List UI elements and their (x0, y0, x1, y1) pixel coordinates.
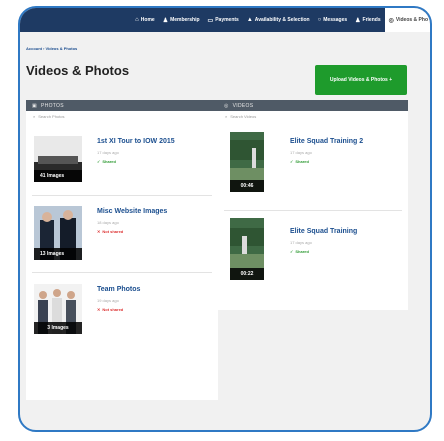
nav-videos-photos-label: Videos & Pho (395, 17, 428, 23)
breadcrumb[interactable]: Account › Videos & Photos (26, 46, 77, 51)
share-status-label: Shared (102, 159, 116, 164)
video-duration: 00:46 (230, 180, 264, 192)
videos-panel: ◎ VIDEOS ⌕ Search Videos 00:46 Elite Squ… (218, 100, 408, 310)
divider (32, 195, 212, 196)
video-date: 17 days ago (290, 240, 312, 245)
home-icon: ⌂ (135, 17, 139, 23)
search-icon: ⌕ (33, 113, 36, 119)
video-date: 17 days ago (290, 150, 312, 155)
friends-icon: ♟ (355, 17, 361, 24)
album-date: 19 days ago (97, 298, 119, 303)
share-status: ✓ Shared (97, 159, 116, 164)
nav-membership-label: Membership (170, 17, 200, 23)
card-icon: ▭ (207, 17, 214, 24)
nav-payments-label: Payments (215, 17, 239, 23)
nav-availability[interactable]: ▲ Availability & Selection (243, 8, 314, 32)
nav-friends[interactable]: ♟ Friends (351, 8, 384, 32)
album-title[interactable]: Misc Website Images (97, 208, 167, 215)
check-icon: ✓ (290, 249, 294, 254)
nav-messages[interactable]: ○ Messages (314, 8, 352, 32)
nav-videos-photos[interactable]: ◎ Videos & Pho (384, 8, 430, 32)
share-status: ✓ Shared (290, 249, 309, 254)
album-count: 3 Images (34, 322, 82, 334)
videos-search-placeholder: Search Videos (230, 113, 257, 119)
videos-header-label: VIDEOS (232, 102, 254, 109)
nav-home[interactable]: ⌂ Home (131, 8, 159, 32)
divider (224, 210, 402, 211)
video-thumbnail[interactable]: 00:22 (230, 218, 264, 280)
share-status: ✕ Not shared (97, 229, 123, 234)
share-status-label: Shared (295, 249, 309, 254)
video-item[interactable]: 00:22 Elite Squad Training 17 days ago ✓… (218, 212, 408, 284)
album-title[interactable]: Team Photos (97, 286, 140, 293)
nav-availability-label: Availability & Selection (254, 17, 310, 23)
video-title[interactable]: Elite Squad Training (290, 228, 357, 235)
upload-videos-photos-button[interactable]: Upload Videos & Photos + (315, 65, 407, 95)
album-count: 41 Images (34, 170, 82, 182)
photos-header-label: PHOTOS (41, 102, 64, 109)
share-status-label: Shared (295, 159, 309, 164)
album-thumbnail[interactable]: 41 Images (34, 136, 82, 182)
video-duration: 00:22 (230, 268, 264, 280)
triangle-icon: ▲ (246, 17, 253, 23)
photo-album-item[interactable]: 13 Images Misc Website Images 18 days ag… (26, 198, 218, 270)
video-thumbnail[interactable]: 00:46 (230, 132, 264, 192)
search-icon: ⌕ (225, 113, 228, 119)
nav-friends-label: Friends (362, 17, 381, 23)
videos-search-input[interactable]: ⌕ Search Videos (218, 111, 408, 121)
album-title[interactable]: 1st XI Tour to IOW 2015 (97, 138, 175, 145)
album-thumbnail[interactable]: 3 Images (34, 284, 82, 334)
message-icon: ○ (317, 17, 322, 23)
photos-panel-header: ▣ PHOTOS (26, 100, 218, 111)
album-thumbnail[interactable]: 13 Images (34, 206, 82, 260)
device-frame: ⌂ Home ♟ Membership ▭ Payments ▲ Availab… (18, 6, 432, 432)
videos-panel-header: ◎ VIDEOS (218, 100, 408, 111)
photos-search-input[interactable]: ⌕ Search Photos (26, 111, 218, 121)
share-status-label: Not shared (102, 307, 124, 312)
user-icon: ♟ (162, 17, 169, 24)
camera-icon: ◎ (388, 17, 394, 24)
photo-album-item[interactable]: 3 Images Team Photos 19 days ago ✕ Not s… (26, 276, 218, 348)
video-title[interactable]: Elite Squad Training 2 (290, 138, 363, 145)
image-icon: ▣ (32, 102, 38, 109)
page-title: Videos & Photos (26, 63, 130, 78)
album-date: 17 days ago (97, 150, 119, 155)
share-status-label: Not shared (102, 229, 124, 234)
check-icon: ✓ (290, 159, 294, 164)
video-icon: ◎ (224, 102, 229, 109)
nav-home-label: Home (140, 17, 155, 23)
top-navigation: ⌂ Home ♟ Membership ▭ Payments ▲ Availab… (20, 8, 430, 32)
photos-panel: ▣ PHOTOS ⌕ Search Photos 41 Images 1st X… (26, 100, 218, 400)
cross-icon: ✕ (97, 307, 101, 312)
share-status: ✓ Shared (290, 159, 309, 164)
check-icon: ✓ (97, 159, 101, 164)
nav-messages-label: Messages (323, 17, 348, 23)
share-status: ✕ Not shared (97, 307, 123, 312)
divider (32, 272, 212, 273)
cross-icon: ✕ (97, 229, 101, 234)
photos-search-placeholder: Search Photos (38, 113, 65, 119)
album-date: 18 days ago (97, 220, 119, 225)
nav-payments[interactable]: ▭ Payments (204, 8, 243, 32)
video-item[interactable]: 00:46 Elite Squad Training 2 17 days ago… (218, 124, 408, 196)
album-count: 13 Images (34, 248, 82, 260)
nav-membership[interactable]: ♟ Membership (159, 8, 204, 32)
photo-album-item[interactable]: 41 Images 1st XI Tour to IOW 2015 17 day… (26, 124, 218, 196)
